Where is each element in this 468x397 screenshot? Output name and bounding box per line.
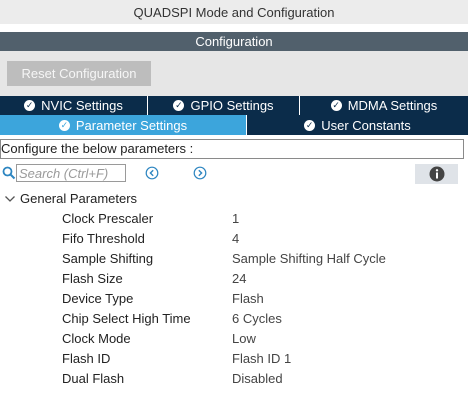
check-circle-icon: ✓ — [58, 119, 70, 131]
param-row-flash-id[interactable]: Flash ID Flash ID 1 — [0, 348, 468, 368]
param-row-clock-mode[interactable]: Clock Mode Low — [0, 328, 468, 348]
param-name: Dual Flash — [62, 371, 125, 386]
tab-label: NVIC Settings — [41, 98, 123, 113]
param-value[interactable]: 1 — [232, 211, 239, 226]
param-name: Device Type — [62, 291, 134, 306]
tab-label: MDMA Settings — [347, 98, 438, 113]
check-circle-icon: ✓ — [304, 119, 316, 131]
tab-parameter-settings[interactable]: ✓ Parameter Settings — [0, 115, 247, 135]
search-previous-icon[interactable] — [145, 166, 159, 180]
search-input[interactable] — [16, 164, 126, 182]
param-value[interactable]: Sample Shifting Half Cycle — [232, 251, 386, 266]
search-icon — [2, 166, 16, 180]
tab-label: Parameter Settings — [75, 117, 188, 133]
configure-hint: Configure the below parameters : — [0, 139, 464, 159]
param-value[interactable]: 6 Cycles — [232, 311, 282, 326]
param-name: Chip Select High Time — [62, 311, 191, 326]
param-value[interactable]: 24 — [232, 271, 246, 286]
parameter-list: Clock Prescaler 1 Fifo Threshold 4 Sampl… — [0, 208, 468, 388]
param-row-sample-shifting[interactable]: Sample Shifting Sample Shifting Half Cyc… — [0, 248, 468, 268]
reset-configuration-button[interactable]: Reset Configuration — [7, 61, 151, 86]
tabs-row-2: ✓ Parameter Settings ✓ User Constants — [0, 115, 468, 135]
check-circle-icon: ✓ — [173, 100, 185, 111]
window-title-text: QUADSPI Mode and Configuration — [133, 4, 335, 20]
chevron-down-icon — [5, 195, 15, 202]
tab-label: User Constants — [321, 117, 411, 133]
param-name: Clock Mode — [62, 331, 131, 346]
param-name: Flash Size — [62, 271, 123, 286]
param-row-flash-size[interactable]: Flash Size 24 — [0, 268, 468, 288]
param-name: Sample Shifting — [62, 251, 154, 266]
tab-nvic-settings[interactable]: ✓ NVIC Settings — [0, 96, 148, 115]
tab-gpio-settings[interactable]: ✓ GPIO Settings — [148, 96, 300, 115]
param-name: Flash ID — [62, 351, 111, 366]
param-value[interactable]: Flash ID 1 — [232, 351, 291, 366]
param-value[interactable]: Low — [232, 331, 256, 346]
param-row-chip-select-high-time[interactable]: Chip Select High Time 6 Cycles — [0, 308, 468, 328]
toolbar: Reset Configuration — [0, 51, 468, 96]
tab-user-constants[interactable]: ✓ User Constants — [247, 115, 468, 135]
group-general-parameters[interactable]: General Parameters — [0, 190, 137, 207]
window-title: QUADSPI Mode and Configuration — [0, 0, 468, 24]
param-name: Fifo Threshold — [62, 231, 145, 246]
section-title: Configuration — [195, 34, 273, 49]
info-button[interactable] — [415, 164, 458, 184]
param-row-device-type[interactable]: Device Type Flash — [0, 288, 468, 308]
param-row-dual-flash[interactable]: Dual Flash Disabled — [0, 368, 468, 388]
param-row-clock-prescaler[interactable]: Clock Prescaler 1 — [0, 208, 468, 228]
check-circle-icon: ✓ — [330, 100, 342, 111]
check-circle-icon: ✓ — [24, 100, 36, 111]
search-next-icon[interactable] — [193, 166, 207, 180]
param-value[interactable]: 4 — [232, 231, 239, 246]
param-row-fifo-threshold[interactable]: Fifo Threshold 4 — [0, 228, 468, 248]
param-value[interactable]: Disabled — [232, 371, 283, 386]
tabs-row-1: ✓ NVIC Settings ✓ GPIO Settings ✓ MDMA S… — [0, 96, 468, 115]
info-icon — [429, 166, 444, 182]
tab-label: GPIO Settings — [190, 98, 274, 113]
param-name: Clock Prescaler — [62, 211, 154, 226]
param-value[interactable]: Flash — [232, 291, 264, 306]
section-header: Configuration — [0, 32, 468, 51]
tab-mdma-settings[interactable]: ✓ MDMA Settings — [300, 96, 468, 115]
group-title: General Parameters — [20, 191, 138, 206]
